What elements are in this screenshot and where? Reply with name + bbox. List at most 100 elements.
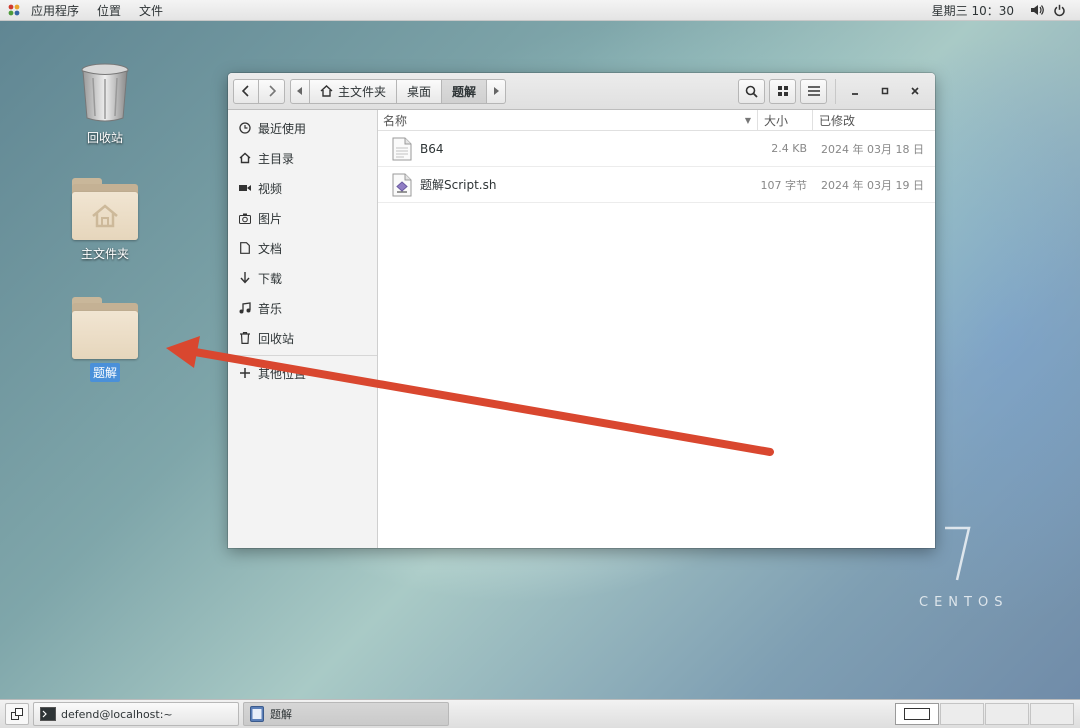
script-file-icon	[392, 173, 412, 196]
sidebar-item-label: 最近使用	[258, 121, 307, 136]
forward-arrow-icon	[268, 85, 276, 97]
sidebar-item-label: 文档	[258, 241, 283, 256]
back-arrow-icon	[242, 85, 249, 97]
path-desktop[interactable]: 桌面	[397, 78, 443, 104]
applications-menu[interactable]: 应用程序	[22, 0, 88, 20]
places-menu[interactable]: 位置	[88, 0, 130, 20]
close-icon	[911, 87, 919, 95]
trash-bin-icon	[81, 63, 129, 122]
video-icon	[238, 181, 252, 195]
path-current[interactable]: 题解	[442, 78, 488, 104]
workspace-3[interactable]	[985, 703, 1029, 725]
taskbar-files-label: 题解	[270, 708, 292, 721]
show-desktop-icon	[11, 708, 23, 720]
music-icon	[238, 301, 252, 315]
document-icon	[238, 241, 252, 255]
search-icon	[745, 85, 758, 98]
power-icon[interactable]	[1048, 0, 1070, 21]
sidebar-item-recent[interactable]: 最近使用	[228, 113, 377, 143]
file-manager-window: 主文件夹 桌面 题解 最近使用 主目录 视频 图片 文档 下载 音乐 回收站 其…	[228, 73, 935, 548]
desktop-trash-label: 回收站	[86, 131, 123, 145]
file-row[interactable]: 题解Script.sh 107 字节 2024 年 03月 19 日	[378, 167, 935, 203]
taskbar-terminal[interactable]: defend@localhost:~	[33, 702, 239, 726]
desktop-home-label: 主文件夹	[80, 247, 129, 261]
sidebar-item-label: 视频	[258, 181, 283, 196]
desktop-trash[interactable]: 回收站	[60, 62, 150, 147]
volume-icon[interactable]	[1026, 0, 1048, 21]
desktop-home-folder[interactable]: 主文件夹	[60, 178, 150, 263]
files-menu[interactable]: 文件	[130, 0, 172, 20]
path-home[interactable]: 主文件夹	[310, 78, 398, 104]
file-size: 2.4 KB	[771, 142, 807, 155]
sort-down-icon: ▼	[744, 115, 751, 125]
minimize-button[interactable]	[840, 79, 870, 104]
home-icon	[238, 151, 252, 165]
file-size: 107 字节	[760, 178, 808, 192]
caret-left-icon	[297, 87, 302, 95]
sidebar-item-label: 其他位置	[258, 366, 307, 381]
home-icon	[320, 85, 333, 97]
plus-icon	[238, 366, 252, 380]
close-button[interactable]	[900, 79, 930, 104]
sidebar-item-trash[interactable]: 回收站	[228, 323, 377, 353]
sidebar-divider	[228, 355, 377, 356]
menu-button[interactable]	[800, 78, 827, 104]
forward-button[interactable]	[259, 78, 285, 104]
download-icon	[238, 271, 252, 285]
clock-icon	[238, 121, 252, 135]
trash-icon	[238, 331, 252, 345]
sidebar-item-videos[interactable]: 视频	[228, 173, 377, 203]
centos-brand: CENTOS	[919, 595, 1009, 610]
search-button[interactable]	[738, 78, 765, 104]
file-modified: 2024 年 03月 19 日	[821, 178, 924, 192]
bottom-panel: defend@localhost:~ 题解	[0, 699, 1080, 728]
header-bar: 主文件夹 桌面 题解	[228, 73, 935, 110]
column-modified[interactable]: 已修改	[813, 110, 935, 130]
sidebar-item-other-locations[interactable]: 其他位置	[228, 358, 377, 388]
file-list: 名称 ▼ 大小 已修改 B64 2.4 KB 2024 年 03月 18 日 题…	[378, 110, 935, 548]
grid-icon	[777, 86, 788, 96]
applications-icon	[8, 4, 20, 16]
sidebar-item-pictures[interactable]: 图片	[228, 203, 377, 233]
workspace-switcher	[894, 703, 1074, 725]
sidebar-item-label: 下载	[258, 271, 283, 286]
workspace-4[interactable]	[1030, 703, 1074, 725]
sidebar-item-downloads[interactable]: 下载	[228, 263, 377, 293]
text-file-icon	[392, 137, 412, 160]
sidebar-item-label: 回收站	[258, 331, 295, 346]
folder-icon	[72, 297, 138, 359]
desktop-folder-label: 题解	[89, 363, 120, 382]
view-grid-button[interactable]	[769, 78, 796, 104]
hamburger-icon	[807, 86, 820, 96]
column-size[interactable]: 大小	[758, 110, 813, 130]
show-desktop-button[interactable]	[5, 703, 29, 725]
sidebar-item-home[interactable]: 主目录	[228, 143, 377, 173]
file-modified: 2024 年 03月 18 日	[821, 142, 924, 156]
maximize-button[interactable]	[870, 79, 900, 104]
taskbar-terminal-label: defend@localhost:~	[61, 707, 173, 721]
header-separator	[835, 78, 836, 104]
sidebar-item-label: 音乐	[258, 301, 283, 316]
file-name: B64	[420, 141, 444, 156]
terminal-icon	[40, 707, 56, 721]
caret-right-icon	[494, 87, 500, 95]
minimize-icon	[852, 93, 858, 95]
workspace-1[interactable]	[895, 703, 939, 725]
file-row[interactable]: B64 2.4 KB 2024 年 03月 18 日	[378, 131, 935, 167]
file-name: 题解Script.sh	[420, 178, 497, 192]
workspace-2[interactable]	[940, 703, 984, 725]
path-bar: 主文件夹 桌面 题解	[290, 78, 507, 104]
top-panel: 应用程序 位置 文件 星期三 10：30	[0, 0, 1080, 21]
sidebar-item-documents[interactable]: 文档	[228, 233, 377, 263]
clock[interactable]: 星期三 10：30	[920, 2, 1026, 19]
places-sidebar: 最近使用 主目录 视频 图片 文档 下载 音乐 回收站 其他位置	[228, 110, 378, 548]
path-scroll-right[interactable]	[487, 78, 507, 104]
path-home-label: 主文件夹	[338, 84, 387, 99]
desktop-tijie-folder[interactable]: 题解	[60, 297, 150, 382]
back-button[interactable]	[233, 78, 259, 104]
path-scroll-left[interactable]	[290, 78, 310, 104]
column-name[interactable]: 名称 ▼	[378, 110, 758, 130]
nav-buttons	[233, 78, 285, 104]
taskbar-files[interactable]: 题解	[243, 702, 449, 726]
sidebar-item-music[interactable]: 音乐	[228, 293, 377, 323]
